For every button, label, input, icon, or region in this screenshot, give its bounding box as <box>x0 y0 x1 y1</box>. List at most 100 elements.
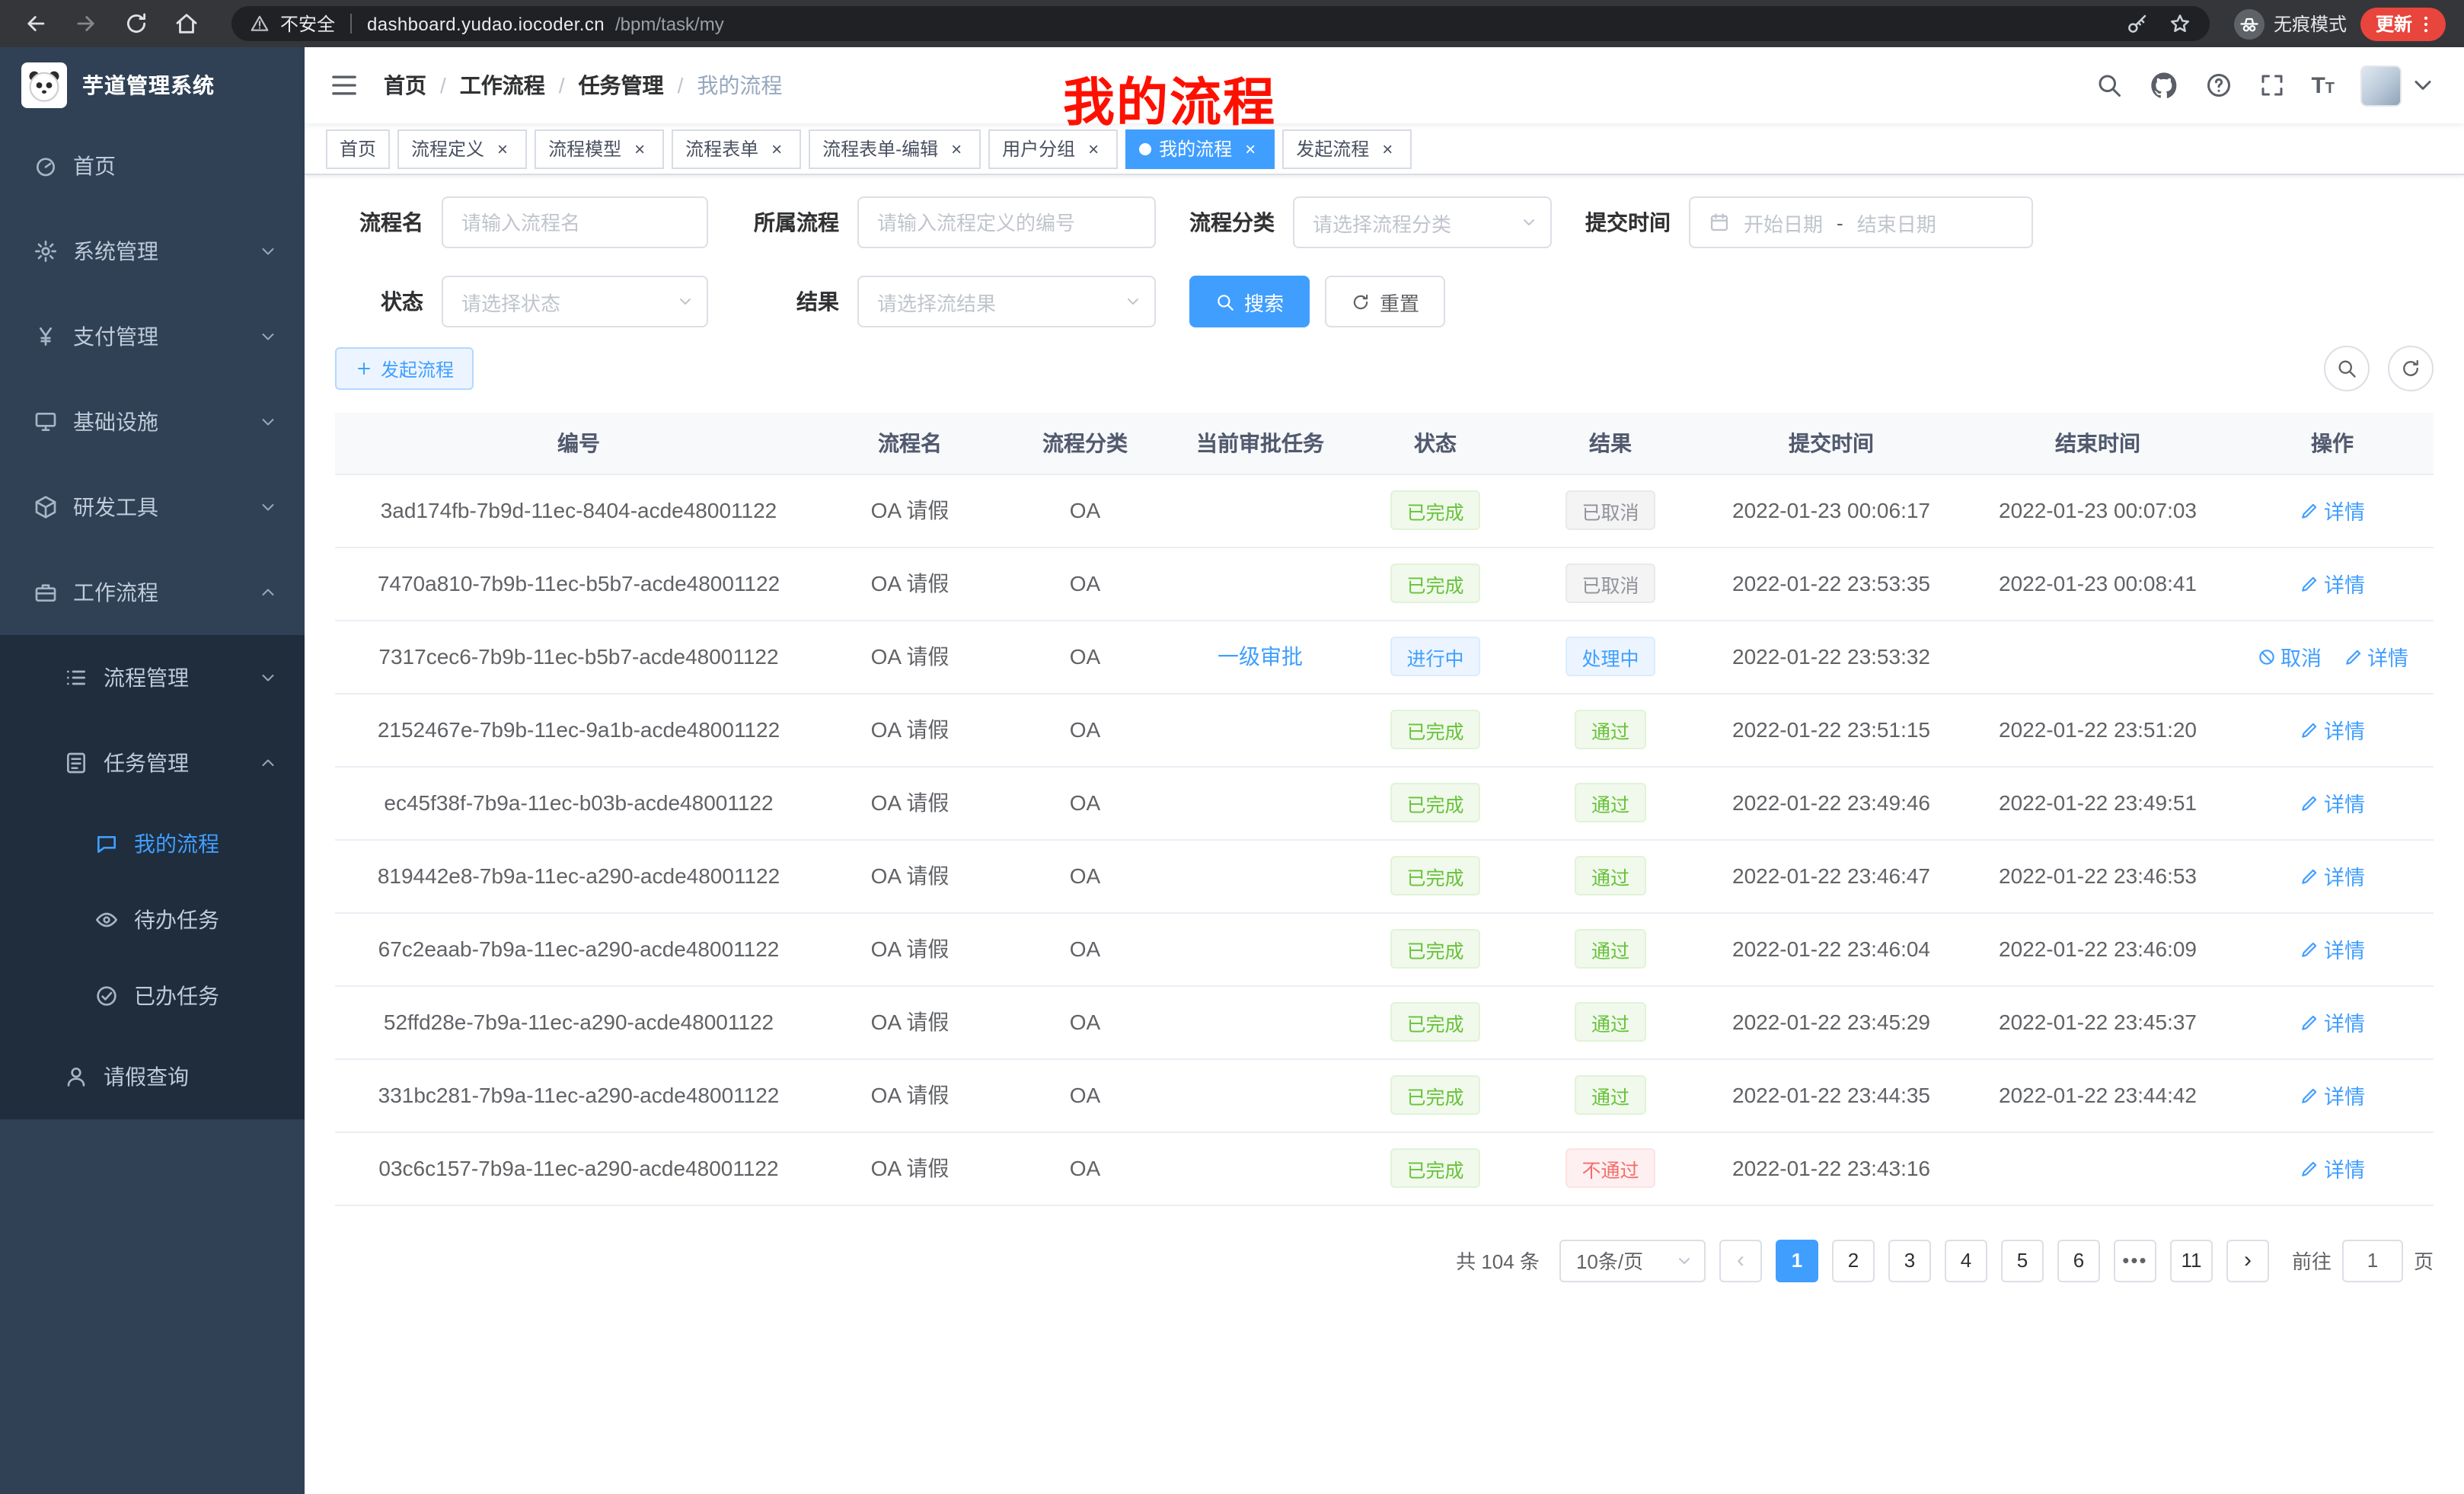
page-button-4[interactable]: 4 <box>1945 1239 1987 1282</box>
page-button-11[interactable]: 11 <box>2170 1239 2213 1282</box>
home-nav-icon[interactable] <box>174 11 199 37</box>
create-process-button[interactable]: 发起流程 <box>335 347 474 390</box>
tab-6[interactable]: 我的流程× <box>1125 129 1275 168</box>
column-header: 编号 <box>335 413 822 474</box>
row-actions: 详情 <box>2231 1132 2434 1205</box>
row-current-task <box>1173 1132 1348 1205</box>
refresh-table-button[interactable] <box>2388 346 2434 391</box>
user-menu[interactable] <box>2360 65 2437 106</box>
tab-4[interactable]: 流程表单-编辑× <box>809 129 981 168</box>
bookmark-star-icon[interactable] <box>2169 12 2191 35</box>
page-button-6[interactable]: 6 <box>2057 1239 2100 1282</box>
back-icon[interactable] <box>23 11 49 37</box>
row-id: 819442e8-7b9a-11ec-a290-acde48001122 <box>335 839 822 912</box>
chevron-down-icon <box>1675 1251 1693 1269</box>
row-id: 2152467e-7b9b-11ec-9a1b-acde48001122 <box>335 693 822 766</box>
owner-process-input[interactable] <box>857 196 1156 248</box>
category-placeholder: 请选择流程分类 <box>1313 208 1451 237</box>
status-select[interactable]: 请选择状态 <box>442 276 708 327</box>
sidebar-item-1[interactable]: 系统管理 <box>0 209 305 294</box>
close-icon[interactable]: × <box>1083 138 1104 159</box>
date-range-picker[interactable]: 开始日期 - 结束日期 <box>1689 196 2033 248</box>
search-button[interactable]: 搜索 <box>1189 276 1310 327</box>
tab-5[interactable]: 用户分组× <box>988 129 1118 168</box>
tab-0[interactable]: 首页 <box>326 129 390 168</box>
page-button-3[interactable]: 3 <box>1888 1239 1931 1282</box>
toggle-search-button[interactable] <box>2324 346 2370 391</box>
sidebar-item-label: 任务管理 <box>104 748 189 778</box>
row-category: OA <box>997 693 1173 766</box>
menu-dots-icon[interactable] <box>2415 13 2437 34</box>
tab-7[interactable]: 发起流程× <box>1282 129 1412 168</box>
sidebar-item-6[interactable]: 流程管理 <box>0 635 305 720</box>
end-date-placeholder: 结束日期 <box>1857 208 1936 237</box>
sidebar-item-4[interactable]: 研发工具 <box>0 464 305 550</box>
next-page-button[interactable]: › <box>2226 1239 2269 1282</box>
close-icon[interactable]: × <box>629 138 650 159</box>
sidebar-item-8[interactable]: 我的流程 <box>0 806 305 882</box>
row-result: 通过 <box>1523 839 1698 912</box>
help-icon[interactable] <box>2204 72 2232 99</box>
address-bar[interactable]: 不安全 dashboard.yudao.iocoder.cn /bpm/task… <box>231 6 2210 41</box>
detail-link[interactable]: 详情 <box>2300 568 2365 599</box>
sidebar-item-5[interactable]: 工作流程 <box>0 550 305 635</box>
detail-link[interactable]: 详情 <box>2300 860 2365 891</box>
detail-link[interactable]: 详情 <box>2300 495 2365 525</box>
detail-link[interactable]: 详情 <box>2300 1153 2365 1183</box>
sidebar-item-10[interactable]: 已办任务 <box>0 958 305 1034</box>
password-key-icon[interactable] <box>2126 12 2149 35</box>
goto-unit: 页 <box>2414 1246 2434 1275</box>
page-button-5[interactable]: 5 <box>2001 1239 2044 1282</box>
sidebar-item-7[interactable]: 任务管理 <box>0 720 305 806</box>
detail-link[interactable]: 详情 <box>2300 1080 2365 1110</box>
status-tag: 已完成 <box>1390 929 1480 969</box>
app-logo[interactable]: 芋道管理系统 <box>0 47 305 123</box>
pager-more-button[interactable]: ••• <box>2114 1239 2156 1282</box>
result-select[interactable]: 请选择流结果 <box>857 276 1156 327</box>
detail-link[interactable]: 详情 <box>2343 641 2408 672</box>
category-select[interactable]: 请选择流程分类 <box>1293 196 1552 248</box>
reload-icon[interactable] <box>123 11 149 37</box>
tab-1[interactable]: 流程定义× <box>397 129 527 168</box>
page-button-1[interactable]: 1 <box>1776 1239 1818 1282</box>
close-icon[interactable]: × <box>492 138 513 159</box>
close-icon[interactable]: × <box>1377 138 1398 159</box>
breadcrumb-item[interactable]: 首页 <box>384 70 426 101</box>
collapse-sidebar-icon[interactable] <box>329 70 359 101</box>
tab-label: 流程模型 <box>548 136 621 161</box>
current-task-link[interactable]: 一级审批 <box>1218 644 1303 669</box>
sidebar-item-9[interactable]: 待办任务 <box>0 882 305 958</box>
prev-page-button[interactable]: ‹ <box>1719 1239 1762 1282</box>
page-size-select[interactable]: 10条/页 <box>1559 1239 1706 1282</box>
tab-2[interactable]: 流程模型 × <box>535 129 664 168</box>
detail-link[interactable]: 详情 <box>2300 787 2365 818</box>
sidebar-item-11[interactable]: 请假查询 <box>0 1034 305 1119</box>
close-icon[interactable]: × <box>766 138 787 159</box>
submit-time-label: 提交时间 <box>1585 207 1671 238</box>
sidebar-item-3[interactable]: 基础设施 <box>0 379 305 464</box>
sidebar-item-0[interactable]: 首页 <box>0 123 305 209</box>
update-button[interactable]: 更新 <box>2360 7 2446 40</box>
search-icon[interactable] <box>2095 72 2122 99</box>
cancel-link[interactable]: 取消 <box>2256 641 2322 672</box>
done-icon <box>94 984 119 1008</box>
page-button-2[interactable]: 2 <box>1832 1239 1875 1282</box>
close-icon[interactable]: × <box>1240 138 1261 159</box>
tab-3[interactable]: 流程表单× <box>672 129 801 168</box>
reset-button[interactable]: 重置 <box>1325 276 1445 327</box>
font-size-icon[interactable]: TT <box>2311 74 2335 97</box>
detail-link[interactable]: 详情 <box>2300 714 2365 745</box>
row-actions: 取消详情 <box>2231 620 2434 693</box>
process-name-input[interactable] <box>442 196 708 248</box>
close-icon[interactable]: × <box>946 138 967 159</box>
goto-page-input[interactable] <box>2342 1239 2403 1282</box>
fullscreen-icon[interactable] <box>2258 72 2285 99</box>
breadcrumb-item[interactable]: 任务管理 <box>579 70 664 101</box>
detail-link[interactable]: 详情 <box>2300 934 2365 964</box>
github-icon[interactable] <box>2148 70 2178 101</box>
sidebar-item-2[interactable]: 支付管理 <box>0 294 305 379</box>
detail-link[interactable]: 详情 <box>2300 1007 2365 1037</box>
breadcrumb-item[interactable]: 工作流程 <box>460 70 545 101</box>
status-tag: 已完成 <box>1390 490 1480 530</box>
forward-icon[interactable] <box>73 11 99 37</box>
